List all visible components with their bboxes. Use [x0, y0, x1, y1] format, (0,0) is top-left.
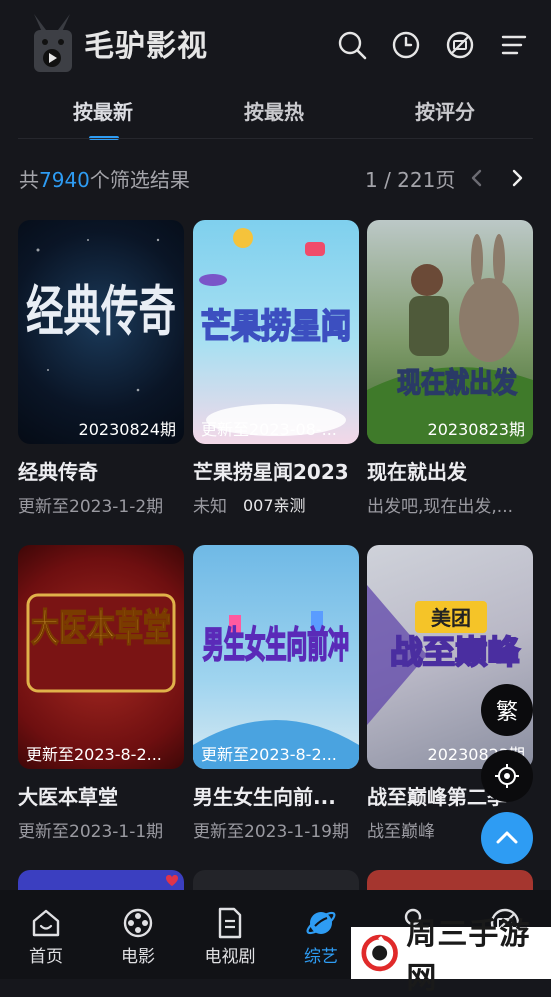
poster-image[interactable]: 男生女生向前冲 更新至2023-8-2... [193, 545, 359, 769]
poster-art-title: 芒果捞星闻 [201, 307, 351, 347]
result-count-suffix: 个筛选结果 [89, 168, 190, 192]
gear-icon [495, 764, 519, 788]
episode-label: 更新至2023-8-2... [26, 745, 162, 764]
tab-hottest[interactable]: 按最热 [244, 96, 304, 125]
filter-summary-row: 共7940个筛选结果 1 / 221页 [0, 160, 551, 196]
episode-label: 更新至2023-08-... [201, 420, 337, 439]
episode-label: 20230823期 [427, 420, 525, 439]
tab-rating[interactable]: 按评分 [415, 96, 475, 125]
history-icon[interactable] [391, 30, 421, 60]
nav-label: 电视剧 [204, 947, 256, 967]
show-subtitle: 更新至2023-1-19期 [193, 822, 349, 842]
result-count-number: 7940 [39, 168, 90, 192]
poster-art: 经典传奇 [26, 238, 176, 392]
poster-art: 男生女生向前冲 [193, 611, 359, 769]
episode-label: 更新至2023-8-2... [201, 745, 337, 764]
sort-tabs: 按最新 按最热 按评分 [0, 92, 551, 140]
poster-image[interactable] [367, 870, 533, 890]
watermark-logo-icon [361, 934, 398, 972]
page-indicator: 1 / 221页 [365, 168, 456, 192]
show-title[interactable]: 现在就出发 [367, 456, 537, 485]
poster-image[interactable]: 芒果捞星闻 更新至2023-08-... [193, 220, 359, 444]
poster-brand: 美团 [431, 606, 471, 630]
nav-tv-series[interactable]: 电视剧 [190, 890, 270, 967]
poster-image[interactable]: 大医本草堂 更新至2023-8-2... [18, 545, 184, 769]
poster-image[interactable] [193, 870, 359, 890]
tab-newest[interactable]: 按最新 [73, 96, 133, 125]
settings-button[interactable] [481, 750, 533, 802]
watermark-text: 周三手游网 [406, 917, 531, 996]
poster-art-title: 男生女生向前冲 [203, 625, 349, 666]
poster-art: 大医本草堂 [26, 593, 176, 693]
poster-art: 现在就出发 [367, 234, 533, 444]
poster-art-title: 现在就出发 [397, 366, 517, 399]
home-icon [32, 909, 60, 937]
poster-art-title: 大医本草堂 [31, 606, 171, 650]
search-icon[interactable] [337, 30, 367, 60]
show-subtitle: 出发吧,现在出发,... [367, 497, 514, 517]
result-count-prefix: 共 [19, 168, 39, 192]
show-subtitle: 更新至2023-1-2期 [18, 497, 164, 517]
document-icon [218, 907, 242, 939]
no-ads-icon[interactable] [445, 30, 475, 60]
nav-movies[interactable]: 电影 [98, 890, 178, 967]
scroll-to-top-button[interactable] [481, 812, 533, 864]
donkey-logo-icon [34, 14, 72, 72]
heart-icon [166, 875, 178, 886]
poster-art-title: 经典传奇 [26, 279, 176, 343]
chevron-up-icon [496, 831, 518, 844]
poster-image[interactable]: 经典传奇 20230824期 [18, 220, 184, 444]
show-title[interactable]: 芒果捞星闻2023 [193, 456, 363, 485]
traditional-chinese-toggle-button[interactable]: 繁 [481, 684, 533, 736]
film-reel-icon [123, 908, 153, 938]
result-count: 共7940个筛选结果 [19, 164, 190, 193]
show-tag: 007亲测 [243, 496, 306, 515]
nav-home[interactable]: 首页 [6, 890, 86, 967]
nav-variety[interactable]: 综艺 [281, 890, 361, 967]
nav-label: 电影 [121, 947, 155, 967]
episode-label: 20230824期 [78, 420, 176, 439]
prev-page-icon[interactable] [466, 166, 488, 190]
traditional-label: 繁 [495, 700, 518, 725]
nav-label: 综艺 [304, 947, 338, 967]
show-title[interactable]: 经典传奇 [18, 456, 188, 485]
divider [18, 138, 533, 139]
site-watermark: 周三手游网 [351, 917, 551, 996]
nav-label: 首页 [29, 947, 63, 967]
show-title[interactable]: 大医本草堂 [18, 781, 188, 810]
app-name: 毛驴影视 [84, 29, 208, 64]
poster-art-title: 战至巅峰 [390, 633, 520, 671]
planet-icon [306, 911, 336, 935]
app-logo: 毛驴影视 [24, 12, 208, 74]
show-subtitle: 更新至2023-1-1期 [18, 822, 164, 842]
top-bar: 毛驴影视 [0, 0, 551, 92]
poster-image[interactable] [18, 870, 184, 890]
poster-art: 芒果捞星闻 [199, 228, 352, 436]
show-title[interactable]: 男生女生向前... [193, 781, 363, 810]
next-page-icon[interactable] [506, 166, 528, 190]
poster-image[interactable]: 现在就出发 20230823期 [367, 220, 533, 444]
menu-icon[interactable] [499, 30, 529, 60]
